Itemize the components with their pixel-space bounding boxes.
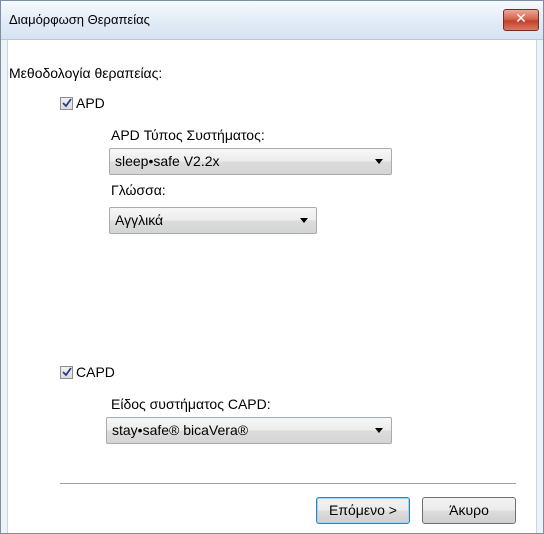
- next-button[interactable]: Επόμενο >: [316, 497, 410, 524]
- separator: [60, 483, 516, 485]
- language-select[interactable]: Αγγλικά: [109, 207, 317, 234]
- apd-system-type-select[interactable]: sleep•safe V2.2x: [109, 148, 392, 175]
- chevron-down-icon: [375, 159, 383, 164]
- checkmark-icon: [62, 367, 72, 377]
- dialog-title: Διαμόρφωση Θεραπείας: [9, 12, 150, 27]
- apd-checkbox[interactable]: [60, 97, 73, 110]
- capd-system-type-select[interactable]: stay•safe® bicaVera®: [106, 417, 392, 444]
- apd-checkbox-label[interactable]: APD: [76, 95, 105, 111]
- therapy-config-dialog: Διαμόρφωση Θεραπείας ✕ Μεθοδολογία θεραπ…: [0, 0, 544, 534]
- methodology-label: Μεθοδολογία θεραπείας:: [9, 65, 163, 81]
- cancel-button[interactable]: Άκυρο: [422, 497, 516, 524]
- language-value: Αγγλικά: [115, 212, 164, 228]
- chevron-down-icon: [300, 218, 308, 223]
- title-bar: Διαμόρφωση Θεραπείας ✕: [1, 1, 543, 40]
- apd-system-type-value: sleep•safe V2.2x: [115, 153, 220, 169]
- capd-checkbox-label[interactable]: CAPD: [76, 364, 115, 380]
- capd-checkbox[interactable]: [60, 366, 73, 379]
- apd-system-type-label: APD Τύπος Συστήματος:: [111, 127, 265, 143]
- close-button[interactable]: ✕: [503, 9, 539, 31]
- capd-system-type-value: stay•safe® bicaVera®: [112, 422, 249, 438]
- checkmark-icon: [62, 98, 72, 108]
- close-icon: ✕: [515, 11, 527, 27]
- chevron-down-icon: [375, 428, 383, 433]
- capd-system-type-label: Είδος συστήματος CAPD:: [111, 396, 271, 412]
- dialog-body: Μεθοδολογία θεραπείας: APD APD Τύπος Συσ…: [7, 40, 537, 533]
- language-label: Γλώσσα:: [111, 182, 166, 198]
